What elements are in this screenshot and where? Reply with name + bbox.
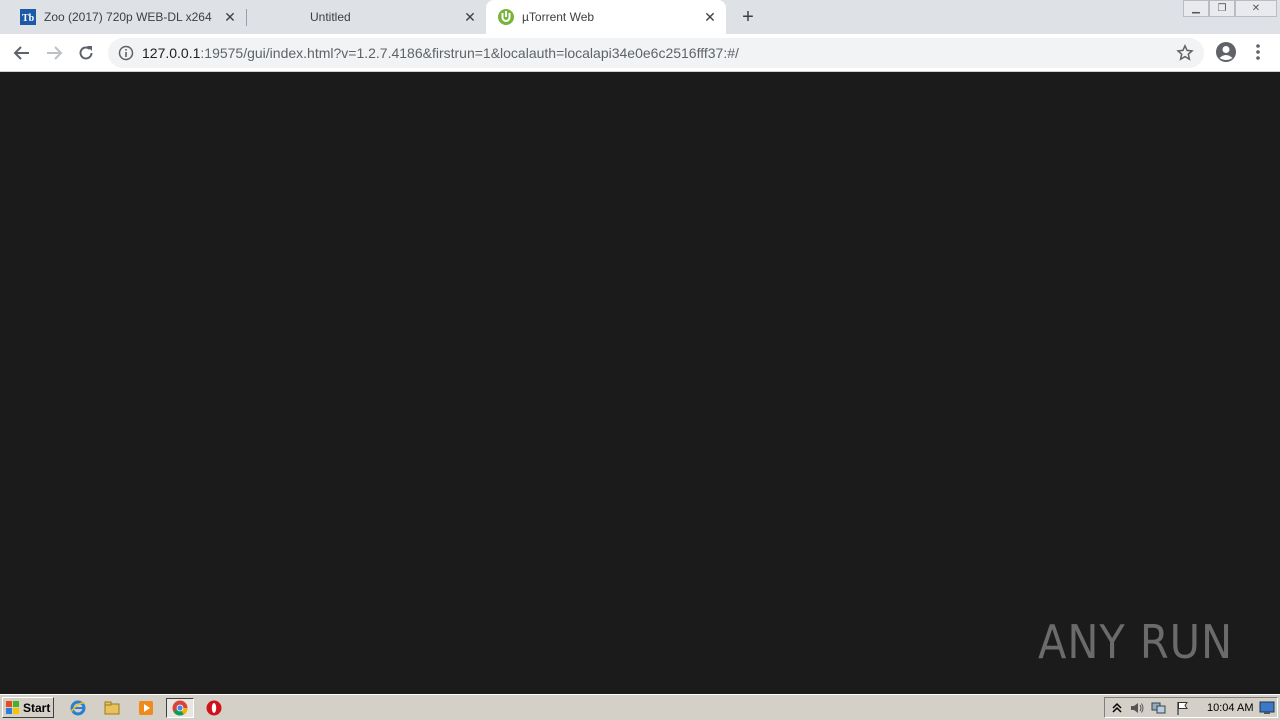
tab-strip: Tb Zoo (2017) 720p WEB-DL x264 ESub ✕ Un… [0, 0, 1280, 34]
reload-button[interactable] [74, 41, 98, 65]
forward-arrow-icon [47, 46, 63, 60]
tab-zoo[interactable]: Tb Zoo (2017) 720p WEB-DL x264 ESub ✕ [0, 0, 246, 34]
close-tab-icon[interactable]: ✕ [702, 9, 718, 25]
start-label: Start [23, 700, 51, 715]
system-tray: 10:04 AM [1104, 697, 1278, 718]
close-tab-icon[interactable]: ✕ [222, 9, 238, 25]
more-menu-icon[interactable] [1250, 42, 1266, 62]
utorrent-icon [498, 9, 514, 25]
opera-launch[interactable] [200, 698, 228, 718]
back-button[interactable] [10, 41, 34, 65]
network-icon[interactable] [1151, 700, 1167, 716]
blank-favicon [270, 9, 286, 25]
explorer-icon [104, 701, 120, 715]
tab-title: Untitled [310, 10, 351, 24]
media-player-icon [139, 701, 153, 715]
windows-logo-icon [6, 700, 19, 714]
bookmark-star-icon[interactable] [1176, 44, 1194, 62]
close-window-button[interactable]: ✕ [1235, 0, 1277, 17]
tab-utorrent-web[interactable]: µTorrent Web ✕ [486, 0, 726, 34]
restore-button[interactable]: ❐ [1209, 0, 1235, 17]
show-hidden-icon[interactable] [1109, 700, 1125, 716]
ie-launch[interactable] [64, 698, 92, 718]
watermark-text: ANY RUN [1038, 615, 1233, 669]
url-path: :19575/gui/index.html?v=1.2.7.4186&first… [200, 45, 739, 61]
tab-title: µTorrent Web [522, 10, 595, 24]
anyrun-watermark: ANY RUN [1038, 615, 1233, 669]
new-tab-button[interactable]: + [736, 5, 760, 29]
action-center-flag-icon[interactable] [1175, 700, 1191, 716]
chrome-icon [172, 700, 188, 716]
reload-icon [79, 46, 93, 60]
ie-icon [70, 700, 86, 716]
tpb-icon: Tb [20, 9, 36, 25]
explorer-launch[interactable] [98, 698, 126, 718]
window-controls: ▁ ❐ ✕ [1183, 0, 1277, 18]
clock[interactable]: 10:04 AM [1207, 702, 1253, 714]
account-icon[interactable] [1215, 41, 1237, 63]
info-icon[interactable] [118, 45, 134, 61]
url-text: 127.0.0.1:19575/gui/index.html?v=1.2.7.4… [142, 45, 739, 61]
desktop-icon[interactable] [1259, 700, 1275, 716]
page-content [0, 72, 1280, 692]
forward-button[interactable] [42, 41, 66, 65]
taskbar: Start 10:04 AM [0, 694, 1280, 720]
minimize-button[interactable]: ▁ [1183, 0, 1209, 17]
svg-text:Tb: Tb [22, 13, 35, 24]
volume-icon[interactable] [1129, 700, 1145, 716]
tab-untitled[interactable]: Untitled ✕ [250, 0, 486, 34]
opera-icon [206, 700, 222, 716]
url-host: 127.0.0.1 [142, 45, 201, 61]
tab-title: Zoo (2017) 720p WEB-DL x264 ESub [44, 10, 214, 24]
back-arrow-icon [13, 46, 29, 60]
media-player-launch[interactable] [132, 698, 160, 718]
browser-toolbar: 127.0.0.1:19575/gui/index.html?v=1.2.7.4… [0, 34, 1280, 72]
tab-divider [246, 9, 247, 26]
close-tab-icon[interactable]: ✕ [462, 9, 478, 25]
start-button[interactable]: Start [2, 697, 54, 718]
chrome-launch[interactable] [166, 698, 194, 718]
address-bar[interactable]: 127.0.0.1:19575/gui/index.html?v=1.2.7.4… [108, 38, 1204, 68]
